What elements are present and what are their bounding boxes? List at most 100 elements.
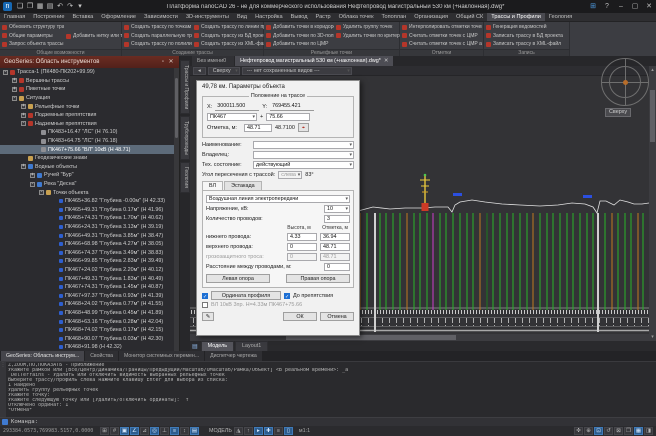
polar-tracking-toggle[interactable]: ∠ xyxy=(130,427,139,435)
offset-field[interactable]: 75.66 xyxy=(266,113,310,121)
ribbon-button[interactable]: Записать трассу в XML-файл xyxy=(486,40,567,49)
dialog-tab[interactable]: ВЛ xyxy=(202,181,223,190)
tree-expander[interactable] xyxy=(34,130,39,135)
tree-expander[interactable] xyxy=(52,216,57,221)
maximize-button[interactable]: ▢ xyxy=(628,0,642,13)
tree-expander[interactable] xyxy=(52,319,57,324)
tree-expander[interactable] xyxy=(52,293,57,298)
tree-expander[interactable] xyxy=(52,285,57,290)
layout-tab[interactable]: Модель xyxy=(201,341,234,352)
ribbon-tab[interactable]: Общий СК xyxy=(452,13,487,21)
panel-tab[interactable]: Монитор системных перемен... xyxy=(119,351,204,361)
ribbon-tab[interactable]: Топоплан xyxy=(378,13,411,21)
annoscale-toggle[interactable]: ▸ xyxy=(254,427,263,435)
tree-expander[interactable]: + xyxy=(21,104,26,109)
tree-expander[interactable]: - xyxy=(21,121,26,126)
close-tab-icon[interactable]: ✕ xyxy=(384,56,389,66)
units-toggle[interactable]: ▯ xyxy=(284,427,293,435)
ribbon-tab[interactable]: Трассы и Профили xyxy=(487,13,545,21)
cancel-button[interactable]: Отмена xyxy=(320,312,354,321)
ribbon-button[interactable]: Обновить структуру трасс xyxy=(2,23,64,32)
distance-field[interactable]: 0 xyxy=(324,263,350,271)
tree-expander[interactable]: + xyxy=(12,78,17,83)
dynamic-ucs-toggle[interactable]: ⊥ xyxy=(160,427,169,435)
tree-item[interactable]: ПК483+16.47 "ЛС" (Н 76.10) xyxy=(0,128,174,137)
tree-expander[interactable] xyxy=(52,345,57,350)
tree-expander[interactable] xyxy=(21,156,26,161)
ribbon-button[interactable]: Создать трассу из БД проекта xyxy=(194,32,264,41)
tree-expander[interactable] xyxy=(52,242,57,247)
ribbon-button[interactable]: Удалить группу точек xyxy=(336,23,400,32)
tree-item[interactable]: - Надземные препятствия xyxy=(0,120,174,129)
ribbon-tab[interactable]: Оформление xyxy=(97,13,140,21)
tree-expander[interactable] xyxy=(52,207,57,212)
document-tab[interactable]: Нефтепровод магистральный 530 км (+накло… xyxy=(235,56,393,66)
vertical-scrollbar[interactable]: ▴ ▾ xyxy=(649,66,656,341)
tree-item[interactable]: ПК465+36.82 "Глубина -0.00м" (Н 42.33) xyxy=(0,197,174,206)
workspace-toggle[interactable]: ≡ xyxy=(274,427,283,435)
tree-item[interactable]: ПК467+24.02 "Глубина 2.20м" (Н 40.12) xyxy=(0,266,174,275)
ribbon-tab[interactable]: Вид xyxy=(233,13,251,21)
viewport-toggle[interactable]: ◮ xyxy=(234,427,243,435)
open-file-icon[interactable]: ❐ xyxy=(25,1,35,12)
ribbon-button[interactable]: Считать отметки точек с ЦМР xyxy=(402,32,482,41)
pan-icon[interactable]: ✜ xyxy=(574,427,583,435)
autoscale-toggle[interactable]: ✚ xyxy=(264,427,273,435)
layout-list-icon[interactable]: ▤ xyxy=(192,343,198,350)
tree-item[interactable]: ПК468+48.99 "Глубина 0.45м" (Н 41.89) xyxy=(0,309,174,318)
ribbon-button[interactable]: Добавить точки по 3D-полилинии xyxy=(266,32,334,41)
palette-category-tab[interactable]: Трубопроводы xyxy=(180,116,190,160)
fullscreen-icon[interactable]: ❒ xyxy=(624,427,633,435)
wire-height-field[interactable]: 0 xyxy=(287,253,317,261)
object-tracking-toggle[interactable]: ◎ xyxy=(150,427,159,435)
help-button[interactable]: ? xyxy=(600,0,614,13)
wires-field[interactable]: 3 xyxy=(324,215,350,223)
palette-category-tab[interactable]: Трассы и Профили xyxy=(180,60,190,114)
panel-tab[interactable]: Свойства xyxy=(85,351,118,361)
ok-button[interactable]: ОК xyxy=(283,312,317,321)
tree-item[interactable]: + Подземные препятствия xyxy=(0,111,174,120)
pick-point-button[interactable]: ⌖ xyxy=(298,123,309,132)
tree-expander[interactable]: - xyxy=(3,70,8,75)
tree-item[interactable]: ПК468+63.16 "Глубина 0.28м" (Н 42.04) xyxy=(0,317,174,326)
tree-item[interactable]: ПК466+24.31 "Глубина 3.13м" (Н 39.19) xyxy=(0,223,174,232)
right-support-button[interactable]: Правая опора xyxy=(286,274,350,283)
tree-item[interactable]: + Вершины трассы xyxy=(0,77,174,86)
tree-item[interactable]: - Точки объекта xyxy=(0,188,174,197)
state-combo[interactable]: действующий xyxy=(253,161,354,169)
navigation-wheel[interactable] xyxy=(601,58,649,106)
tree-expander[interactable] xyxy=(52,233,57,238)
palette-category-tab[interactable]: Геология xyxy=(180,162,190,193)
to-obstacle-checkbox[interactable]: ✓ xyxy=(284,293,290,299)
tree-item[interactable]: ПК467+75.66 "ВЛ" 10кВ (Н 48.71) xyxy=(0,145,174,154)
tree-expander[interactable] xyxy=(52,224,57,229)
redo-icon[interactable]: ↷ xyxy=(65,1,75,12)
mark-field[interactable]: 48.71 xyxy=(244,124,272,132)
ribbon-button[interactable]: Интерполировать отметки точек xyxy=(402,23,482,32)
dynamic-input-toggle[interactable]: ≡ xyxy=(170,427,179,435)
ribbon-tab[interactable]: Вставка xyxy=(68,13,97,21)
lock-ui-icon[interactable]: ⊠ xyxy=(614,427,623,435)
tree-item[interactable]: ПК465+49.31 "Глубина 0.17м" (Н 41.96) xyxy=(0,206,174,215)
tree-item[interactable]: ПК468+91.98 (Н 42.32) xyxy=(0,343,174,351)
ordinate-checkbox[interactable]: ✓ xyxy=(202,293,208,299)
tree-expander[interactable]: + xyxy=(12,87,17,92)
panel-tab[interactable]: Диспетчер чертежа xyxy=(205,351,262,361)
panel-tab[interactable]: GeoSeries: Область инструм... xyxy=(1,351,84,361)
angle-side-combo[interactable]: слева xyxy=(278,171,302,179)
save-icon[interactable]: ▦ xyxy=(35,1,45,12)
ribbon-button[interactable]: Создать трассу по точкам xyxy=(124,23,192,32)
close-button[interactable]: ✕ xyxy=(642,0,656,13)
tree-item[interactable]: ПК468+90.07 "Глубина 0.03м" (Н 42.30) xyxy=(0,334,174,343)
tree-expander[interactable] xyxy=(52,336,57,341)
command-prompt[interactable]: Команда: xyxy=(0,417,656,426)
tree-item[interactable]: - Река "Десна" xyxy=(0,180,174,189)
command-history[interactable]: ⋮ Z,ZOOM,ПО,ПОКАЗАТЬ - ПриближениеУкажит… xyxy=(0,361,656,417)
tree-item[interactable]: ПК467+49.31 "Глубина 1.83м" (Н 40.49) xyxy=(0,274,174,283)
wire-height-field[interactable]: 0 xyxy=(287,243,317,251)
tree-expander[interactable] xyxy=(52,328,57,333)
tree-item[interactable]: ПК466+74.37 "Глубина 3.49м" (Н 38.83) xyxy=(0,248,174,257)
ribbon-button[interactable]: Запрос объекта трассы xyxy=(2,40,64,49)
ribbon-tab[interactable]: Построение xyxy=(29,13,68,21)
ribbon-tab[interactable]: Вывод xyxy=(287,13,312,21)
